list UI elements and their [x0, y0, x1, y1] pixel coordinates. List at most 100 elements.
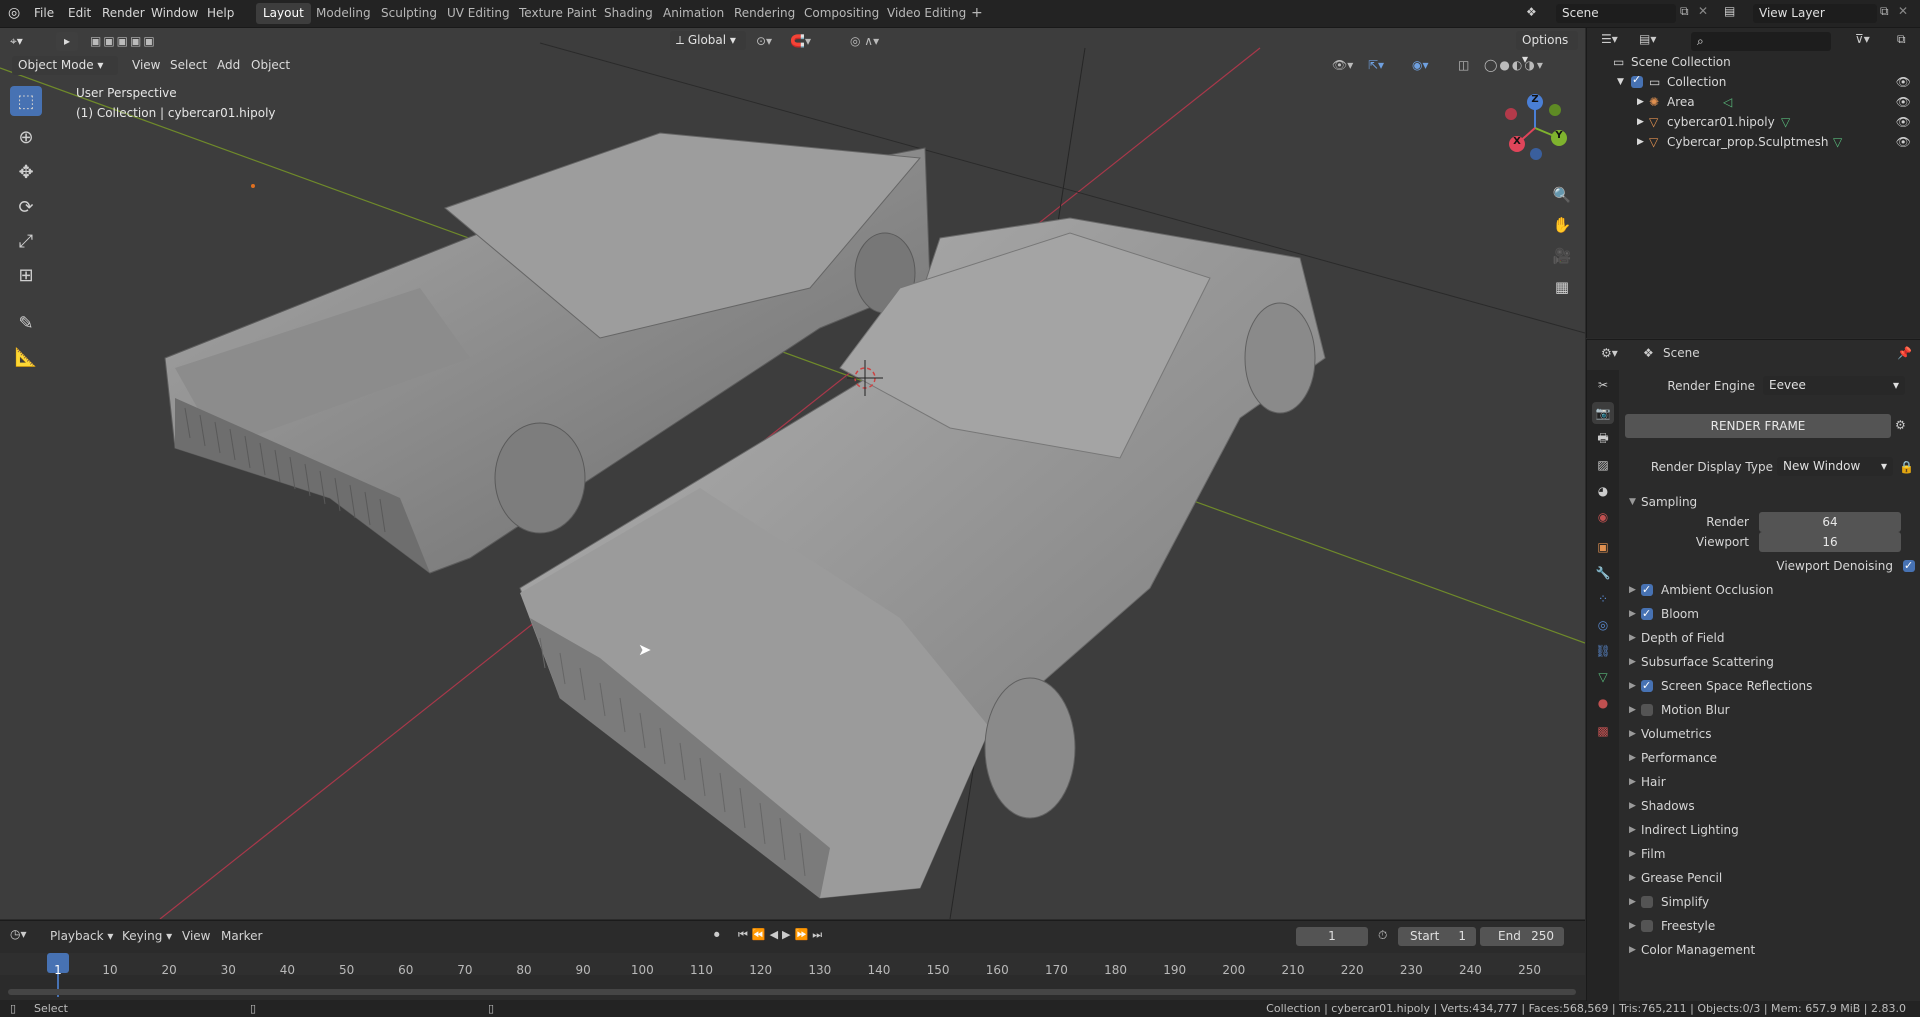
panel-enable-checkbox[interactable] [1641, 704, 1653, 716]
panel-hair[interactable]: ▶ Hair [1619, 770, 1920, 794]
view-layer-icon[interactable]: ▤ [1724, 4, 1735, 18]
start-frame-field[interactable]: Start 1 [1398, 927, 1476, 946]
move-tool-icon[interactable]: ✥ [10, 157, 42, 187]
panel-enable-checkbox[interactable] [1641, 578, 1653, 602]
panel-shadows[interactable]: ▶ Shadows [1619, 794, 1920, 818]
viewport-menu-select[interactable]: Select [170, 56, 207, 75]
panel-subsurface-scattering[interactable]: ▶ Subsurface Scattering [1619, 650, 1920, 674]
menu-window[interactable]: Window [151, 0, 198, 27]
panel-freestyle[interactable]: ▶ Freestyle [1619, 914, 1920, 938]
proportional-editing-icon[interactable]: ◎ ∧▾ [850, 32, 879, 51]
visibility-icon[interactable]: 👁▾ [1332, 56, 1353, 75]
viewport-menu-object[interactable]: Object [251, 56, 290, 75]
output-tab-icon[interactable]: 🖶 [1592, 428, 1614, 450]
transform-tool-icon[interactable]: ⊞ [10, 260, 42, 290]
panel-enable-checkbox[interactable] [1641, 602, 1653, 626]
viewport-menu-add[interactable]: Add [217, 56, 240, 75]
render-samples-field[interactable]: 64 [1759, 512, 1901, 532]
selection-mode-icons[interactable]: ▣▣▣▣▣ [90, 32, 157, 51]
stopwatch-icon[interactable]: ⏱ [1378, 928, 1387, 943]
panel-performance[interactable]: ▶ Performance [1619, 746, 1920, 770]
render-frame-button[interactable]: RENDER FRAME [1625, 414, 1891, 438]
properties-editor[interactable]: ⚙▾ ❖ Scene 📌 ✂ 📷 🖶 ▨ ◕ ◉ ▣ 🔧 ⁘ ◎ ⛓ ▽ ● ▩… [1586, 339, 1920, 1001]
blender-logo-icon[interactable]: ◎ [8, 0, 20, 27]
tab-uv-editing[interactable]: UV Editing [440, 3, 517, 24]
properties-editor-type-icon[interactable]: ⚙▾ [1601, 346, 1618, 360]
panel-color-management[interactable]: ▶ Color Management [1619, 938, 1920, 962]
panel-motion-blur[interactable]: ▶ Motion Blur [1619, 698, 1920, 722]
end-frame-field[interactable]: End 250 [1480, 927, 1564, 946]
ortho-toggle-icon[interactable]: ▦ [1549, 274, 1575, 300]
scene-tab-icon[interactable]: ◕ [1592, 480, 1614, 502]
display-mode-icon[interactable]: ▤▾ [1639, 32, 1656, 46]
constraints-tab-icon[interactable]: ⛓ [1592, 640, 1614, 662]
panel-screen-space-reflections[interactable]: ▶ Screen Space Reflections [1619, 674, 1920, 698]
overlay-toggle-icon[interactable]: ◉▾ [1412, 56, 1429, 75]
new-collection-icon[interactable]: ⧉ [1897, 32, 1906, 47]
view-layer-field[interactable]: View Layer [1753, 4, 1877, 23]
timeline-editor[interactable]: ◷▾ Playback ▾ Keying ▾ View Marker ⏺ ⏮⏪◀… [0, 920, 1585, 1001]
outliner-row-collection[interactable]: ▼ ▭ Collection 👁 [1587, 70, 1920, 92]
world-tab-icon[interactable]: ◉ [1592, 506, 1614, 528]
tab-rendering[interactable]: Rendering [727, 3, 802, 24]
render-settings-icon[interactable]: ⚙ [1895, 418, 1906, 432]
tab-sculpting[interactable]: Sculpting [374, 3, 444, 24]
render-engine-dropdown[interactable]: Eevee ▾ [1763, 376, 1905, 395]
mode-dropdown[interactable]: Object Mode ▾ [12, 56, 118, 75]
outliner-row-cybercar-hipoly[interactable]: ▶ ▽ cybercar01.hipoly ▽ 👁 [1587, 112, 1920, 132]
eye-icon[interactable]: 👁 [1896, 132, 1911, 152]
new-view-layer-icon[interactable]: ⧉ [1880, 4, 1889, 19]
measure-tool-icon[interactable]: 📐 [10, 342, 42, 372]
annotate-tool-icon[interactable]: ✎ [10, 308, 42, 338]
expand-arrow-icon[interactable]: ▼ [1617, 72, 1624, 92]
view-layer-tab-icon[interactable]: ▨ [1592, 454, 1614, 476]
playback-controls-icons[interactable]: ⏮⏪◀▶⏩⏭ [738, 928, 826, 942]
expand-arrow-icon[interactable]: ▶ [1637, 132, 1644, 152]
tab-layout[interactable]: Layout [256, 3, 311, 24]
expand-arrow-icon[interactable]: ▶ [1637, 112, 1644, 132]
gizmo-toggle-icon[interactable]: ⇱▾ [1368, 56, 1384, 75]
editor-type-icon[interactable]: ⌖▾ [10, 32, 23, 51]
panel-ambient-occlusion[interactable]: ▶ Ambient Occlusion [1619, 578, 1920, 602]
data-tab-icon[interactable]: ▽ [1592, 666, 1614, 688]
camera-view-icon[interactable]: 🎥 [1549, 243, 1575, 269]
snap-icon[interactable]: 🧲▾ [790, 32, 811, 51]
eye-icon[interactable]: 👁 [1896, 112, 1911, 132]
select-tool-icon[interactable]: ▸ [56, 32, 78, 51]
current-frame-field[interactable]: 1 [1296, 927, 1368, 946]
record-button-icon[interactable]: ⏺ [714, 928, 720, 942]
3d-viewport[interactable]: Z Y X ⌖▾ ▸ ▣▣▣▣▣ Object Mode ▾ View Sele… [0, 28, 1585, 919]
tab-shading[interactable]: Shading [597, 3, 660, 24]
render-display-type-dropdown[interactable]: New Window ▾ [1777, 457, 1893, 476]
filter-icon[interactable]: ⊽▾ [1855, 32, 1870, 46]
timeline-editor-type-icon[interactable]: ◷▾ [10, 927, 27, 941]
panel-volumetrics[interactable]: ▶ Volumetrics [1619, 722, 1920, 746]
panel-bloom[interactable]: ▶ Bloom [1619, 602, 1920, 626]
outliner-row-area[interactable]: ▶ ✺ Area ◁ 👁 [1587, 92, 1920, 112]
menu-file[interactable]: File [34, 0, 54, 27]
tab-compositing[interactable]: Compositing [797, 3, 886, 24]
gizmo-x-label[interactable]: X [1513, 136, 1521, 147]
gizmo-y-label[interactable]: Y [1555, 130, 1563, 141]
tab-texture-paint[interactable]: Texture Paint [512, 3, 603, 24]
outliner-editor-type-icon[interactable]: ☰▾ [1601, 32, 1618, 46]
outliner-row-scene-collection[interactable]: ▭ Scene Collection [1587, 52, 1920, 72]
physics-tab-icon[interactable]: ◎ [1592, 614, 1614, 636]
tab-animation[interactable]: Animation [656, 3, 731, 24]
options-dropdown[interactable]: Options ▾ [1516, 31, 1578, 66]
menu-render[interactable]: Render [102, 0, 145, 27]
rotate-tool-icon[interactable]: ⟳ [10, 192, 42, 222]
shading-mode-icons[interactable]: ◯●◐◑▾ [1484, 56, 1545, 75]
panel-enable-checkbox[interactable] [1641, 674, 1653, 698]
tab-modeling[interactable]: Modeling [309, 3, 378, 24]
material-tab-icon[interactable]: ● [1592, 692, 1614, 714]
timeline-menu-marker[interactable]: Marker [221, 929, 262, 943]
viewport-denoising-checkbox[interactable] [1903, 554, 1915, 578]
panel-indirect-lighting[interactable]: ▶ Indirect Lighting [1619, 818, 1920, 842]
scene-icon[interactable]: ❖ [1526, 5, 1537, 19]
eye-icon[interactable]: 👁 [1896, 92, 1911, 112]
xray-toggle-icon[interactable]: ◫ [1458, 56, 1469, 75]
panel-enable-checkbox[interactable] [1641, 896, 1653, 908]
add-workspace-icon[interactable]: + [964, 3, 990, 24]
new-scene-icon[interactable]: ⧉ [1680, 4, 1689, 19]
